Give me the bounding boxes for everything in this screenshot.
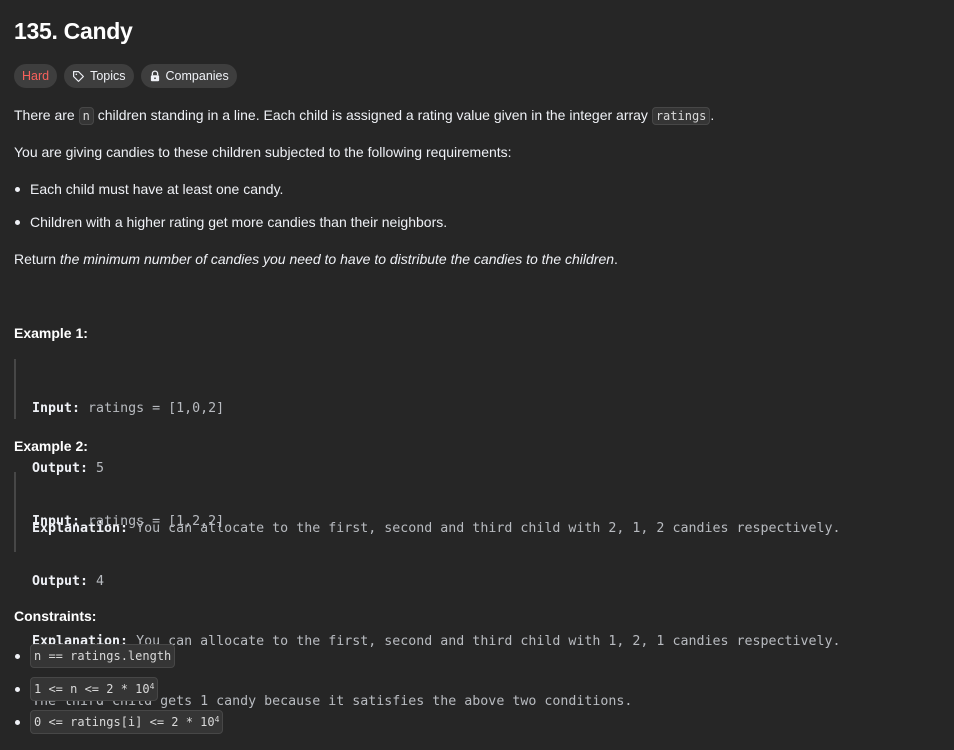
example-2-block: Input: ratings = [1,2,2] Output: 4 Expla…	[14, 472, 841, 709]
constraint-item: n == ratings.length	[14, 644, 176, 668]
requirement-text: Each child must have at least one candy.	[30, 181, 284, 197]
output-value: 4	[88, 574, 105, 589]
input-value: ratings = [1,0,2]	[80, 401, 225, 416]
difficulty-badge: Hard	[14, 64, 58, 88]
problem-description: 135. Candy Hard Topics Companies There a…	[0, 0, 954, 750]
example-1-block: Input: ratings = [1,0,2] Output: 5 Expla…	[14, 359, 841, 536]
code-ratings: ratings	[651, 107, 711, 125]
bullet-dot	[15, 186, 20, 192]
example-1-heading: Example 1:	[14, 325, 88, 341]
constraint-item: 0 <= ratings[i] <= 2 * 104	[14, 710, 224, 734]
code-n: n	[78, 107, 94, 125]
p3-text-a: Return	[14, 251, 60, 267]
companies-label: Companies	[165, 69, 229, 83]
requirement-item: Each child must have at least one candy.	[14, 179, 283, 199]
bullet-dot	[15, 219, 20, 225]
constraint-exponent: 4	[149, 682, 155, 691]
p1-text-a: There are	[14, 107, 79, 123]
description-paragraph-1: There are n children standing in a line.…	[14, 105, 714, 126]
constraint-code: 1 <= n <= 2 * 104	[30, 677, 159, 701]
constraint-text: n == ratings.length	[34, 649, 172, 663]
input-label: Input:	[32, 514, 81, 529]
bullet-dot	[15, 719, 20, 725]
example-input: Input: ratings = [1,2,2]	[32, 512, 841, 532]
difficulty-label: Hard	[22, 69, 50, 83]
example-2-heading: Example 2:	[14, 438, 88, 454]
explanation-text: You can allocate to the first, second an…	[128, 634, 841, 649]
p1-text-c: .	[710, 107, 715, 123]
topics-button[interactable]: Topics	[64, 64, 134, 88]
p3-emphasis: the minimum number of candies you need t…	[59, 251, 615, 267]
description-paragraph-3: Return the minimum number of candies you…	[14, 249, 618, 269]
bullet-dot	[15, 653, 20, 659]
constraint-code: n == ratings.length	[30, 644, 176, 668]
p1-text-b: children standing in a line. Each child …	[93, 107, 652, 123]
example-input: Input: ratings = [1,0,2]	[32, 399, 841, 419]
problem-tags: Hard Topics Companies	[14, 64, 237, 88]
constraint-item: 1 <= n <= 2 * 104	[14, 677, 159, 701]
constraint-text: 0 <= ratings[i] <= 2 * 10	[34, 715, 215, 729]
lock-icon	[149, 70, 161, 82]
example-output: Output: 4	[32, 572, 841, 592]
tag-icon	[72, 70, 85, 83]
topics-label: Topics	[90, 69, 126, 83]
constraints-heading: Constraints:	[14, 608, 97, 624]
requirement-item: Children with a higher rating get more c…	[14, 212, 447, 232]
input-label: Input:	[32, 401, 81, 416]
output-label: Output:	[32, 574, 89, 589]
p3-text-b: .	[614, 251, 618, 267]
bullet-dot	[15, 686, 20, 692]
input-value: ratings = [1,2,2]	[80, 514, 225, 529]
companies-button[interactable]: Companies	[140, 64, 237, 88]
constraint-text: 1 <= n <= 2 * 10	[34, 682, 150, 696]
constraint-code: 0 <= ratings[i] <= 2 * 104	[30, 710, 224, 734]
problem-title[interactable]: 135. Candy	[14, 18, 133, 45]
requirement-text: Children with a higher rating get more c…	[30, 214, 448, 230]
constraint-exponent: 4	[214, 715, 220, 724]
description-paragraph-2: You are giving candies to these children…	[14, 144, 512, 160]
